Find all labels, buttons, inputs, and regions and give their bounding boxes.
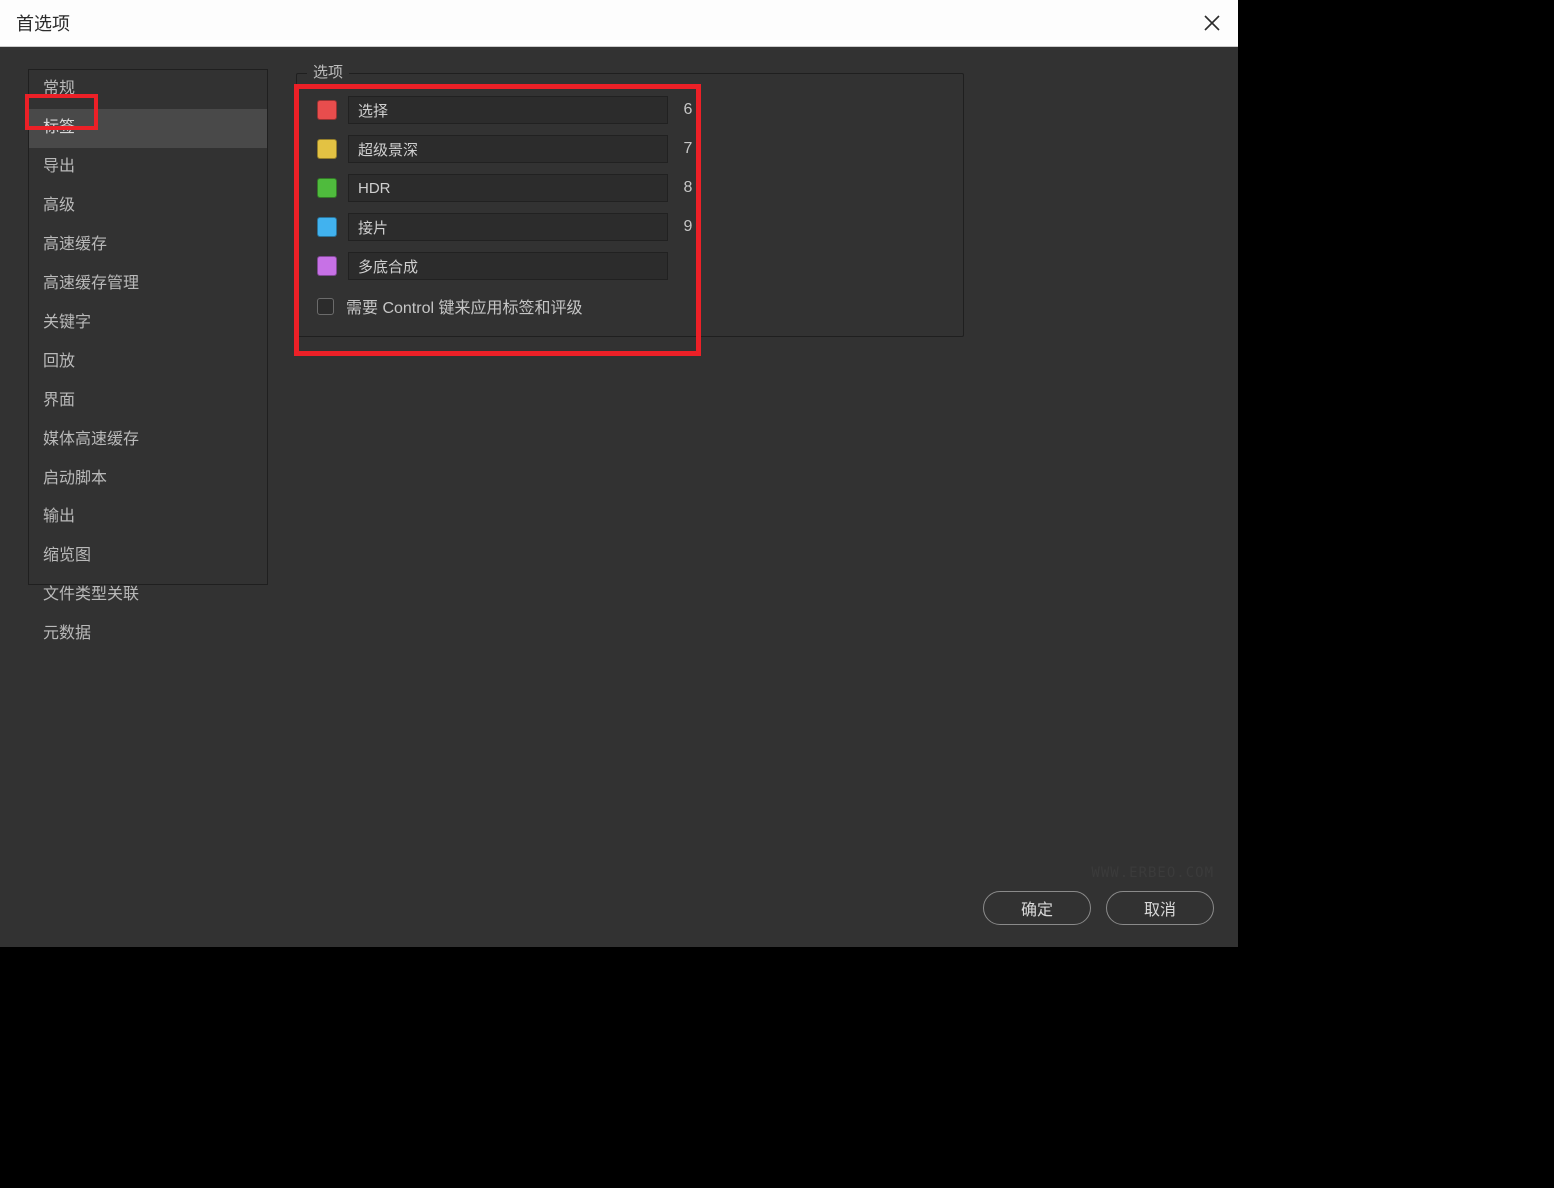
color-swatch-0[interactable]	[317, 100, 337, 120]
label-row-2: 8	[317, 174, 943, 202]
label-row-0: 6	[317, 96, 943, 124]
ok-button[interactable]: 确定	[983, 891, 1091, 925]
checkbox-label: 需要 Control 键来应用标签和评级	[346, 294, 582, 318]
label-input-1[interactable]	[348, 135, 668, 163]
color-swatch-4[interactable]	[317, 256, 337, 276]
shortcut-3: 9	[679, 218, 697, 236]
footer-buttons: 确定 取消	[983, 891, 1214, 925]
sidebar-item-10[interactable]: 启动脚本	[29, 460, 267, 499]
sidebar-item-1[interactable]: 标签	[29, 109, 267, 148]
sidebar-item-8[interactable]: 界面	[29, 382, 267, 421]
sidebar-item-7[interactable]: 回放	[29, 343, 267, 382]
label-row-4	[317, 252, 943, 280]
label-input-2[interactable]	[348, 174, 668, 202]
shortcut-0: 6	[679, 101, 697, 119]
sidebar-item-3[interactable]: 高级	[29, 187, 267, 226]
color-swatch-3[interactable]	[317, 217, 337, 237]
checkbox-icon[interactable]	[317, 298, 334, 315]
cancel-button[interactable]: 取消	[1106, 891, 1214, 925]
shortcut-1: 7	[679, 140, 697, 158]
main-panel: 选项 6789 需要 Control 键来应用标签和评级	[296, 69, 1220, 929]
sidebar-item-5[interactable]: 高速缓存管理	[29, 265, 267, 304]
label-input-4[interactable]	[348, 252, 668, 280]
sidebar-item-0[interactable]: 常规	[29, 70, 267, 109]
content-area: 常规标签导出高级高速缓存高速缓存管理关键字回放界面媒体高速缓存启动脚本输出缩览图…	[0, 47, 1238, 947]
sidebar-item-9[interactable]: 媒体高速缓存	[29, 421, 267, 460]
shortcut-2: 8	[679, 179, 697, 197]
sidebar-item-2[interactable]: 导出	[29, 148, 267, 187]
sidebar-item-14[interactable]: 元数据	[29, 615, 267, 654]
label-row-3: 9	[317, 213, 943, 241]
label-input-0[interactable]	[348, 96, 668, 124]
window-title: 首选项	[16, 10, 70, 36]
options-legend: 选项	[307, 61, 349, 82]
sidebar-item-6[interactable]: 关键字	[29, 304, 267, 343]
sidebar-item-11[interactable]: 输出	[29, 498, 267, 537]
require-control-checkbox-row[interactable]: 需要 Control 键来应用标签和评级	[317, 294, 943, 318]
color-swatch-1[interactable]	[317, 139, 337, 159]
color-swatch-2[interactable]	[317, 178, 337, 198]
close-icon[interactable]	[1202, 13, 1222, 33]
titlebar: 首选项	[0, 0, 1238, 47]
sidebar: 常规标签导出高级高速缓存高速缓存管理关键字回放界面媒体高速缓存启动脚本输出缩览图…	[28, 69, 268, 585]
preferences-window: 首选项 常规标签导出高级高速缓存高速缓存管理关键字回放界面媒体高速缓存启动脚本输…	[0, 0, 1238, 947]
label-row-1: 7	[317, 135, 943, 163]
sidebar-item-13[interactable]: 文件类型关联	[29, 576, 267, 615]
sidebar-item-12[interactable]: 缩览图	[29, 537, 267, 576]
options-group: 选项 6789 需要 Control 键来应用标签和评级	[296, 73, 964, 337]
sidebar-item-4[interactable]: 高速缓存	[29, 226, 267, 265]
label-input-3[interactable]	[348, 213, 668, 241]
watermark-text: WWW.ERBEO.COM	[1091, 865, 1214, 881]
